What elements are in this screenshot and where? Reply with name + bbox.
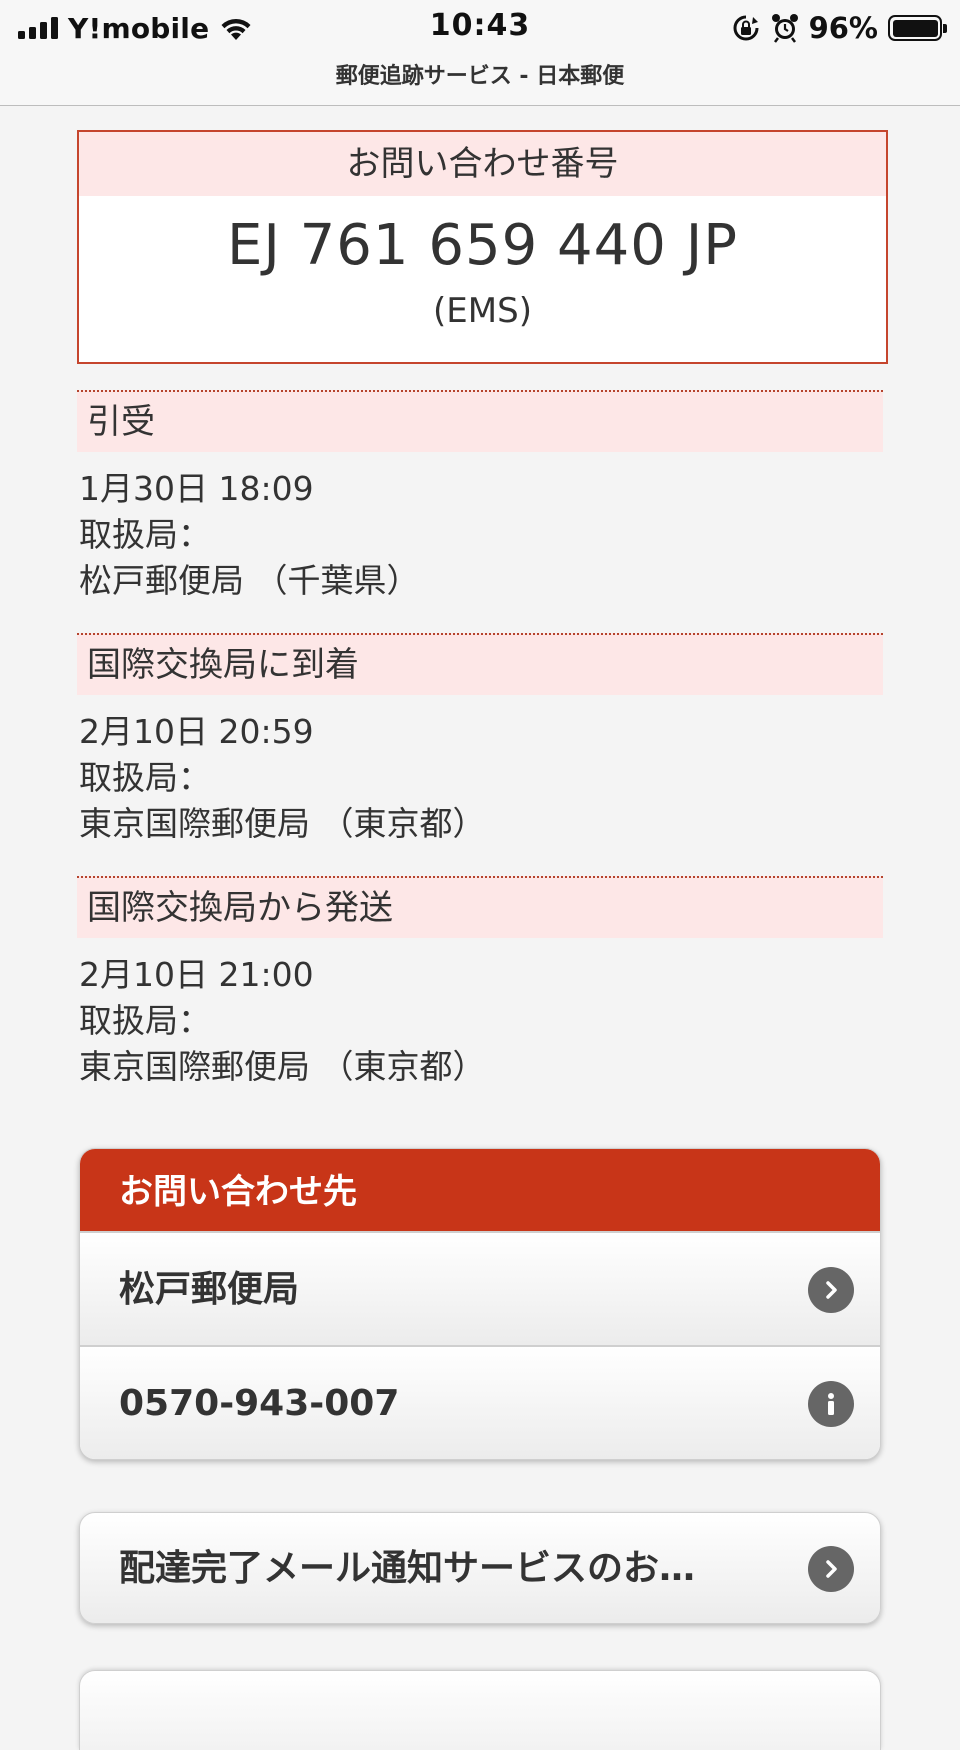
chevron-right-icon [808, 1546, 854, 1592]
contact-office-name: 松戸郵便局 [119, 1269, 300, 1310]
partial-card[interactable] [79, 1670, 881, 1750]
event-status: 国際交換局から発送 [77, 876, 883, 938]
page-title[interactable]: 郵便追跡サービス - 日本郵便 [0, 56, 960, 106]
tracking-number-box: お問い合わせ番号 EJ 761 659 440 JP (EMS) [77, 130, 888, 364]
event-status: 国際交換局に到着 [77, 633, 883, 695]
orientation-lock-icon [733, 15, 759, 41]
tracking-event: 国際交換局に到着 2月10日 20:59 取扱局： 東京国際郵便局 （東京都） [77, 633, 883, 847]
event-datetime: 2月10日 21:00 [79, 955, 314, 994]
event-datetime: 2月10日 20:59 [79, 712, 314, 751]
event-office: 松戸郵便局 （千葉県） [79, 561, 420, 600]
contact-card: お問い合わせ先 松戸郵便局 0570-943-007 [79, 1148, 881, 1460]
battery-icon [888, 15, 947, 41]
info-icon [808, 1381, 854, 1427]
event-office-label: 取扱局： [79, 515, 211, 554]
tracking-number: EJ 761 659 440 JP [226, 213, 739, 278]
contact-office-link[interactable]: 松戸郵便局 [80, 1231, 880, 1345]
contact-phone-link[interactable]: 0570-943-007 [80, 1345, 880, 1459]
contact-header: お問い合わせ先 [80, 1149, 880, 1231]
delivery-notification-label: 配達完了メール通知サービスのお… [119, 1548, 696, 1589]
chevron-right-icon [808, 1267, 854, 1313]
tracking-type: (EMS) [433, 291, 532, 331]
battery-percentage: 96% [808, 11, 878, 45]
event-office-label: 取扱局： [79, 758, 211, 797]
event-office: 東京国際郵便局 （東京都） [79, 1047, 486, 1086]
tracking-header: お問い合わせ番号 [79, 132, 886, 196]
delivery-notification-button[interactable]: 配達完了メール通知サービスのお… [79, 1512, 881, 1624]
event-status: 引受 [77, 390, 883, 452]
event-office: 東京国際郵便局 （東京都） [79, 804, 486, 843]
event-datetime: 1月30日 18:09 [79, 469, 314, 508]
contact-phone-number: 0570-943-007 [119, 1383, 400, 1424]
status-bar: Y!mobile 10:43 96% [0, 0, 960, 56]
event-details: 2月10日 20:59 取扱局： 東京国際郵便局 （東京都） [77, 695, 883, 847]
tracking-event: 国際交換局から発送 2月10日 21:00 取扱局： 東京国際郵便局 （東京都） [77, 876, 883, 1090]
event-office-label: 取扱局： [79, 1001, 211, 1040]
event-details: 1月30日 18:09 取扱局： 松戸郵便局 （千葉県） [77, 452, 883, 604]
alarm-icon [771, 14, 798, 43]
tracking-event: 引受 1月30日 18:09 取扱局： 松戸郵便局 （千葉県） [77, 390, 883, 604]
status-right: 96% [731, 10, 947, 46]
event-details: 2月10日 21:00 取扱局： 東京国際郵便局 （東京都） [77, 938, 883, 1090]
